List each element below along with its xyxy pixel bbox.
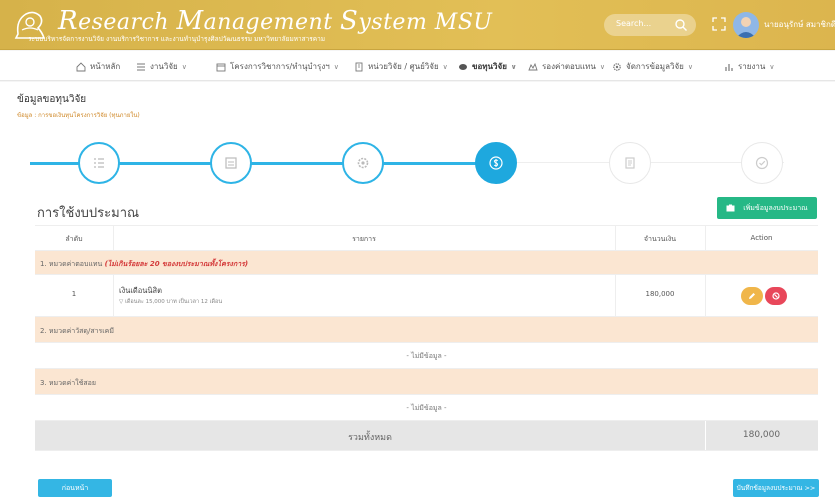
search-placeholder: Search... [616,19,652,28]
building-icon [355,62,363,71]
document-icon [625,157,635,169]
total-row: รวมทั้งหมด 180,000 [35,421,818,451]
user-avatar-icon [736,17,756,38]
page-title: ข้อมูลขอทุนวิจัย [17,94,87,105]
avatar[interactable] [733,12,759,38]
chevron-down-icon: ∨ [769,62,775,71]
pencil-icon [749,293,755,299]
chevron-down-icon: ∨ [181,62,187,71]
list-icon [137,63,145,70]
step-1[interactable] [78,142,120,184]
chevron-down-icon: ∨ [510,62,517,71]
search-icon[interactable] [674,18,688,32]
nav-item-compensation[interactable]: รองค่าตอบแทน ∨ [528,60,605,73]
award-icon [528,62,538,70]
delete-button[interactable] [765,287,787,305]
category-row: 3. หมวดค่าใช้สอย [35,369,818,395]
home-icon [76,61,86,71]
nav-item-grant[interactable]: ขอทุนวิจัย ∨ [458,60,517,73]
section-title: การใช้งบประมาณ [37,206,140,221]
column-header-no: ลำดับ [65,235,83,243]
item-detail: ▽ เดือนละ 15,000 บาท เป็นเวลา 12 เดือน [119,299,223,305]
save-budget-button[interactable]: บันทึกข้อมูลงบประมาณ >> [733,479,819,497]
camera-icon [726,204,735,212]
calendar-icon [216,63,226,71]
check-icon [755,156,769,170]
category-note: (ไม่เกินร้อยละ 20 ของงบประมาณทั้งโครงการ… [104,260,249,268]
app-title: Research Management System MSU [58,6,493,36]
nav-item-academic[interactable]: โครงการวิชาการ/ทำนุบำรุงฯ ∨ [216,60,339,73]
table-header: ลำดับ รายการ จำนวนเงิน Action [35,225,818,251]
main-content: ข้อมูลขอทุนวิจัย ข้อมูล : การขอเงินทุนโค… [0,82,835,498]
user-name[interactable]: นายอนุรักษ์ สมาชิกดี [764,18,835,31]
step-5[interactable] [609,142,651,184]
coin-icon [459,63,467,70]
breadcrumb: ข้อมูล : การขอเงินทุนโครงการวิจัย (ทุนภา… [17,112,140,119]
empty-row: - ไม่มีข้อมูล - [35,343,818,369]
step-4-current[interactable] [475,142,517,184]
chevron-down-icon: ∨ [599,62,605,71]
app-subtitle: ระบบบริหารจัดการงานวิจัย งานบริการวิชากา… [28,35,326,43]
row-number: 1 [71,290,77,298]
back-button[interactable]: ก่อนหน้า [38,479,112,497]
nav-item-report[interactable]: รายงาน ∨ [724,60,774,73]
category-row: 1. หมวดค่าตอบแทน (ไม่เกินร้อยละ 20 ของงบ… [35,251,818,275]
list-icon [94,158,104,168]
empty-text: - ไม่มีข้อมูล - [406,352,447,360]
category-title: 1. หมวดค่าตอบแทน [40,260,103,268]
edit-button[interactable] [741,287,763,305]
item-amount: 180,000 [645,290,675,298]
chevron-down-icon: ∨ [687,62,693,71]
nav-item-home[interactable]: หน้าหลัก [76,60,120,73]
total-value: 180,000 [742,430,781,440]
add-budget-button[interactable]: เพิ่มข้อมูลงบประมาณ [717,197,817,219]
column-header-item: รายการ [352,235,376,243]
dollar-icon [489,156,503,170]
category-title: 3. หมวดค่าใช้สอย [40,379,96,387]
main-nav: หน้าหลัก งานวิจัย ∨ โครงการวิชาการ/ทำนุบำ… [0,51,835,81]
chevron-down-icon: ∨ [442,62,448,71]
category-title: 2. หมวดค่าวัสดุ/สารเคมี [40,327,114,335]
empty-text: - ไม่มีข้อมูล - [406,404,447,412]
chart-icon [725,63,733,71]
step-2[interactable] [210,142,252,184]
column-header-action: Action [750,234,773,242]
nav-item-manage[interactable]: จัดการข้อมูลวิจัย ∨ [612,60,693,73]
table-row: 1 เงินเดือนนิสิต ▽ เดือนละ 15,000 บาท เป… [35,275,818,317]
app-header: Research Management System MSU ระบบบริหา… [0,0,835,50]
empty-row: - ไม่มีข้อมูล - [35,395,818,421]
delete-icon [772,292,780,300]
item-name: เงินเดือนนิสิต [119,286,162,295]
gear-icon [357,157,369,169]
file-icon [225,157,237,169]
fullscreen-icon[interactable] [712,17,726,31]
column-header-amount: จำนวนเงิน [643,235,677,243]
step-3[interactable] [342,142,384,184]
chevron-down-icon: ∨ [333,62,339,71]
gear-icon [613,62,621,71]
step-6[interactable] [741,142,783,184]
total-label: รวมทั้งหมด [348,433,392,443]
nav-item-units[interactable]: หน่วยวิจัย / ศูนย์วิจัย ∨ [354,60,448,73]
search-input[interactable]: Search... [604,14,696,36]
nav-item-research[interactable]: งานวิจัย ∨ [136,60,187,73]
category-row: 2. หมวดค่าวัสดุ/สารเคมี [35,317,818,343]
